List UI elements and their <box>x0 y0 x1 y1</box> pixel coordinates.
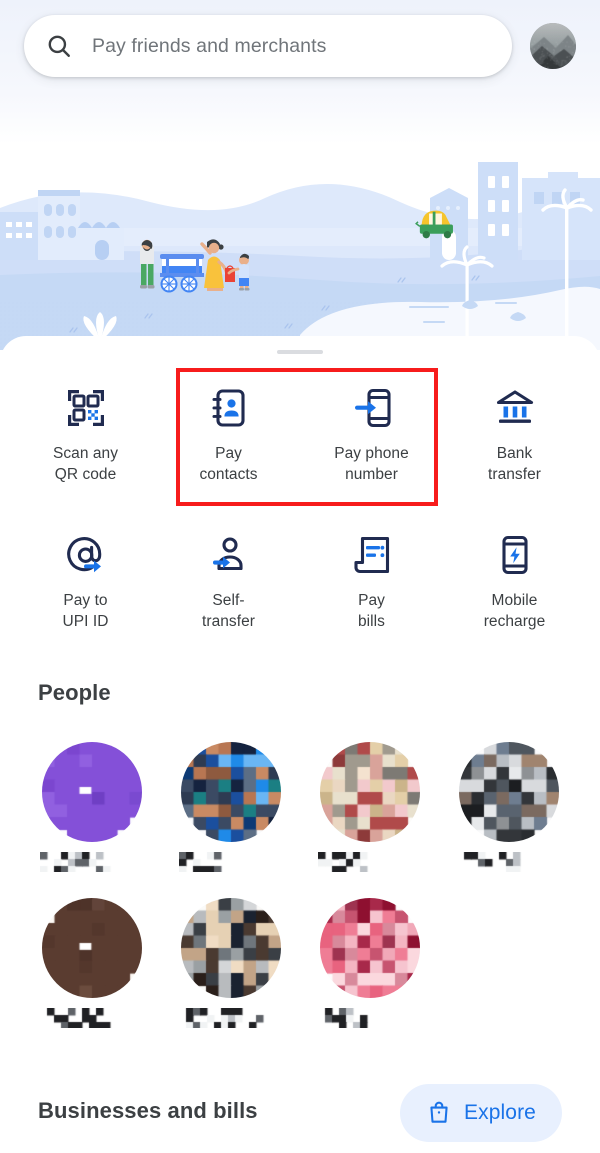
india-street-scene-illustration <box>0 150 600 350</box>
phone-arrow-icon <box>350 386 394 430</box>
contact-name-redacted <box>178 852 283 872</box>
action-label: Bank transfer <box>488 445 541 483</box>
shopping-bag-icon <box>430 1101 448 1123</box>
action-pay-contacts[interactable]: Pay contacts <box>157 372 300 505</box>
avatar <box>41 898 142 998</box>
contact-name-redacted <box>178 1008 283 1028</box>
phone-bolt-icon <box>493 533 537 577</box>
action-label: Pay phone number <box>334 445 409 483</box>
action-label: Scan any QR code <box>52 445 119 483</box>
at-sign-arrow-icon <box>64 533 108 577</box>
action-scan-qr-code[interactable]: Scan any QR code <box>14 372 157 505</box>
list-item[interactable] <box>439 742 578 872</box>
action-label: Self- transfer <box>202 592 255 630</box>
avatar <box>458 742 559 842</box>
list-item[interactable] <box>300 898 439 1028</box>
list-item[interactable] <box>161 742 300 872</box>
avatar <box>180 898 281 998</box>
person-arrow-icon <box>207 533 251 577</box>
contact-name-redacted <box>317 852 422 872</box>
account-avatar[interactable] <box>530 23 576 69</box>
action-label: Mobile recharge <box>483 592 546 630</box>
action-bank-transfer[interactable]: Bank transfer <box>443 372 586 505</box>
avatar <box>180 742 281 842</box>
search-bar[interactable]: Pay friends and merchants <box>24 15 512 77</box>
top-bar: Pay friends and merchants <box>0 0 600 92</box>
action-label: Pay contacts <box>199 445 258 483</box>
contact-name-redacted <box>39 1008 144 1028</box>
bank-icon <box>493 386 537 430</box>
action-self-transfer[interactable]: Self- transfer <box>157 519 300 652</box>
bill-receipt-icon <box>350 533 394 577</box>
businesses-section-title: Businesses and bills <box>38 1098 258 1123</box>
avatar <box>41 742 142 842</box>
search-input-placeholder[interactable]: Pay friends and merchants <box>92 35 326 58</box>
people-section-title: People <box>38 680 111 705</box>
action-mobile-recharge[interactable]: Mobile recharge <box>443 519 586 652</box>
avatar <box>319 742 420 842</box>
explore-button[interactable]: Explore <box>400 1084 562 1142</box>
people-grid <box>0 742 600 1028</box>
action-pay-phone-number[interactable]: Pay phone number <box>300 372 443 505</box>
list-item[interactable] <box>22 742 161 872</box>
list-item[interactable] <box>300 742 439 872</box>
action-label: Pay to UPI ID <box>62 592 109 630</box>
action-label: Pay bills <box>358 592 385 630</box>
gpay-home-screen: Pay friends and merchants Scan any QR co… <box>0 0 600 1153</box>
quick-actions-grid: Scan any QR code Pay contacts Pay phone … <box>0 372 600 652</box>
contact-name-redacted <box>39 852 144 872</box>
list-item[interactable] <box>161 898 300 1028</box>
action-pay-to-upi-id[interactable]: Pay to UPI ID <box>14 519 157 652</box>
contact-name-redacted <box>456 852 561 872</box>
drag-handle[interactable] <box>277 350 323 354</box>
list-item[interactable] <box>22 898 161 1028</box>
avatar <box>319 898 420 998</box>
contact-book-icon <box>207 386 251 430</box>
actions-bottom-sheet: Scan any QR code Pay contacts Pay phone … <box>0 336 600 1153</box>
qr-code-icon <box>64 386 108 430</box>
search-icon <box>48 35 70 57</box>
action-pay-bills[interactable]: Pay bills <box>300 519 443 652</box>
explore-button-label: Explore <box>464 1101 536 1124</box>
contact-name-redacted <box>317 1008 422 1028</box>
